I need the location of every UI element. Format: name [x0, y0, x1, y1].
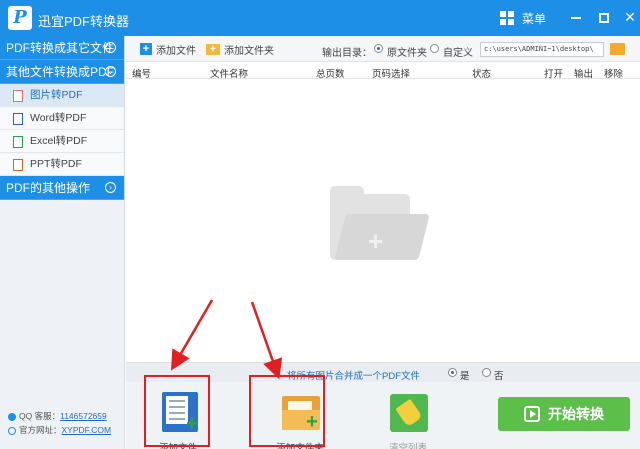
sidebar-section-other-operations[interactable]: PDF的其他操作 ›	[0, 176, 124, 200]
sidebar-item-label: PPT转PDF	[30, 158, 82, 170]
column-header-status: 状态	[472, 69, 492, 80]
file-table-header: 编号 文件名称 总页数 页码选择 状态 打开 输出 移除	[126, 63, 640, 80]
output-original-radio[interactable]	[374, 44, 383, 53]
start-conversion-label: 开始转换	[548, 406, 604, 422]
qq-label: QQ 客服：	[19, 411, 61, 421]
annotation-box-add-folder	[249, 375, 325, 447]
official-site: 官方网址：XYPDF.COM	[8, 423, 111, 437]
app-logo: P	[8, 6, 32, 30]
sidebar-section-other-to-pdf[interactable]: 其他文件转换成PDF ⌄	[0, 60, 124, 84]
excel-file-icon	[13, 136, 23, 148]
qq-icon	[8, 412, 16, 421]
arrow-to-add-file	[170, 299, 214, 371]
sidebar-item-ppt-to-pdf[interactable]: PPT转PDF	[0, 153, 124, 176]
sidebar-footer: QQ 客服：1146572659 官方网址：XYPDF.COM	[8, 409, 111, 437]
sidebar-section-pdf-to-other[interactable]: PDF转换成其它文件 ›	[0, 36, 124, 60]
close-button[interactable]: ✕	[622, 9, 638, 25]
output-path-field[interactable]: c:\users\ADMINI~1\desktop\	[480, 42, 604, 57]
merge-no-radio[interactable]	[482, 368, 491, 377]
image-file-icon	[13, 90, 23, 102]
site-link[interactable]: XYPDF.COM	[62, 425, 112, 435]
chevron-right-icon: ›	[105, 42, 116, 53]
folder-add-icon: +	[206, 43, 220, 55]
start-conversion-button[interactable]: 开始转换	[498, 397, 630, 431]
title-bar: P 迅宜PDF转换器 菜单 ✕	[0, 0, 640, 36]
annotation-box-add-file	[144, 375, 210, 447]
sidebar-section-label: PDF转换成其它文件	[6, 41, 115, 55]
sidebar-item-label: Excel转PDF	[30, 135, 88, 147]
output-original-label: 原文件夹	[387, 48, 427, 59]
merge-no-label: 否	[494, 371, 504, 382]
sidebar-item-word-to-pdf[interactable]: Word转PDF	[0, 107, 124, 130]
word-file-icon	[13, 113, 23, 125]
column-header-filename: 文件名称	[210, 69, 249, 80]
toolbar-add-folder-button[interactable]: + 添加文件夹	[206, 41, 274, 57]
clear-list-label: 清空列表	[388, 443, 427, 449]
clear-list-button[interactable]: 清空列表	[378, 388, 438, 449]
column-header-pages: 总页数	[316, 69, 345, 80]
play-icon	[524, 406, 540, 422]
toolbar-add-folder-label: 添加文件夹	[224, 45, 274, 57]
ppt-file-icon	[13, 159, 23, 171]
broom-icon	[390, 394, 428, 432]
merge-yes-radio[interactable]	[448, 368, 457, 377]
grid-menu-icon	[500, 11, 514, 25]
sidebar: PDF转换成其它文件 › 其他文件转换成PDF ⌄ 图片转PDF Word转PD…	[0, 36, 125, 449]
sidebar-item-label: 图片转PDF	[30, 89, 83, 101]
browse-folder-icon[interactable]	[610, 43, 625, 55]
output-dir-label: 输出目录：	[322, 48, 372, 59]
output-custom-label: 自定义	[443, 48, 473, 59]
sidebar-item-excel-to-pdf[interactable]: Excel转PDF	[0, 130, 124, 153]
site-label: 官方网址：	[19, 425, 62, 435]
arrow-to-add-folder	[250, 301, 283, 380]
column-header-page-select: 页码选择	[372, 69, 411, 80]
app-title: 迅宜PDF转换器	[38, 14, 130, 29]
add-icon: +	[140, 43, 152, 55]
merge-yes-label: 是	[460, 371, 470, 382]
empty-folder-drop-icon[interactable]: +	[330, 186, 430, 262]
column-header-open: 打开	[544, 69, 564, 80]
sidebar-section-label: PDF的其他操作	[6, 181, 91, 195]
output-custom-radio[interactable]	[430, 44, 439, 53]
maximize-icon	[599, 12, 609, 23]
toolbar: + 添加文件 + 添加文件夹 输出目录： 原文件夹 自定义 c:\users\A…	[126, 36, 640, 62]
globe-icon	[8, 426, 16, 435]
column-header-output: 输出	[574, 69, 594, 80]
close-icon: ✕	[624, 9, 636, 25]
minimize-icon	[571, 16, 581, 19]
minimize-button[interactable]	[568, 9, 584, 25]
sidebar-item-label: Word转PDF	[30, 112, 87, 124]
maximize-button[interactable]	[596, 9, 612, 25]
sidebar-section-label: 其他文件转换成PDF	[6, 65, 115, 79]
menu-label: 菜单	[522, 11, 547, 26]
menu-button[interactable]: 菜单	[500, 8, 546, 28]
chevron-down-icon: ⌄	[105, 66, 116, 77]
qq-support: QQ 客服：1146572659	[8, 409, 111, 423]
qq-link[interactable]: 1146572659	[60, 411, 107, 421]
column-header-index: 编号	[132, 69, 152, 80]
column-header-remove: 移除	[604, 69, 624, 80]
sidebar-item-image-to-pdf[interactable]: 图片转PDF	[0, 84, 124, 107]
toolbar-add-file-label: 添加文件	[156, 45, 196, 57]
chevron-right-icon: ›	[105, 182, 116, 193]
toolbar-add-file-button[interactable]: + 添加文件	[140, 41, 196, 57]
